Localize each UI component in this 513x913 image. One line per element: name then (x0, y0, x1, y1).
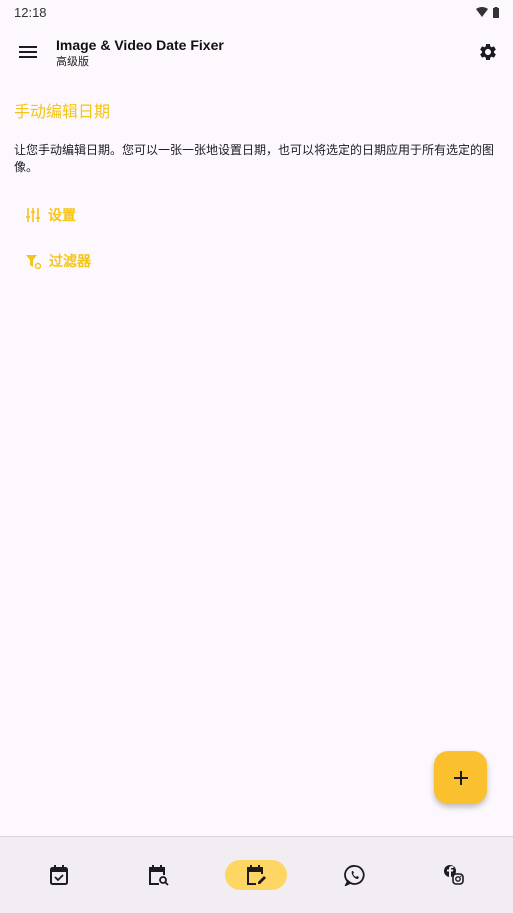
nav-item-calendar-search[interactable] (127, 860, 189, 890)
nav-item-facebook-instagram[interactable] (423, 860, 485, 890)
nav-item-calendar-edit[interactable] (225, 860, 288, 890)
settings-link-label: 设置 (48, 208, 76, 224)
filter-link-label: 过滤器 (49, 254, 91, 270)
calendar-edit-icon (247, 865, 267, 885)
battery-icon (493, 6, 499, 18)
calendar-search-icon (148, 865, 169, 886)
section-description: 让您手动编辑日期。您可以一张一张地设置日期，也可以将选定的日期应用于所有选定的图… (14, 143, 495, 174)
tune-icon (26, 208, 40, 222)
settings-button[interactable] (463, 24, 513, 80)
add-button[interactable] (434, 751, 487, 804)
app-bar: Image & Video Date Fixer 高级版 (0, 24, 513, 80)
plus-icon (453, 770, 468, 785)
nav-item-whatsapp[interactable] (324, 860, 386, 890)
filter-icon (26, 254, 41, 269)
menu-button[interactable] (0, 24, 56, 80)
wifi-icon (476, 7, 488, 17)
status-time: 12:18 (14, 4, 47, 20)
gear-icon (480, 43, 496, 60)
app-subtitle: 高级版 (56, 54, 89, 68)
app-titles: Image & Video Date Fixer 高级版 (56, 36, 463, 69)
settings-link[interactable]: 设置 (26, 205, 76, 225)
filter-link[interactable]: 过滤器 (26, 251, 91, 271)
menu-icon (19, 46, 37, 58)
status-icons (476, 6, 499, 18)
section-title: 手动编辑日期 (14, 102, 111, 121)
calendar-check-icon (50, 865, 69, 885)
status-bar: 12:18 (0, 0, 513, 24)
nav-item-calendar-check[interactable] (28, 860, 90, 890)
bottom-navigation (0, 836, 513, 913)
facebook-instagram-icon (443, 865, 464, 885)
app-title: Image & Video Date Fixer (56, 36, 224, 53)
whatsapp-icon (344, 865, 365, 886)
